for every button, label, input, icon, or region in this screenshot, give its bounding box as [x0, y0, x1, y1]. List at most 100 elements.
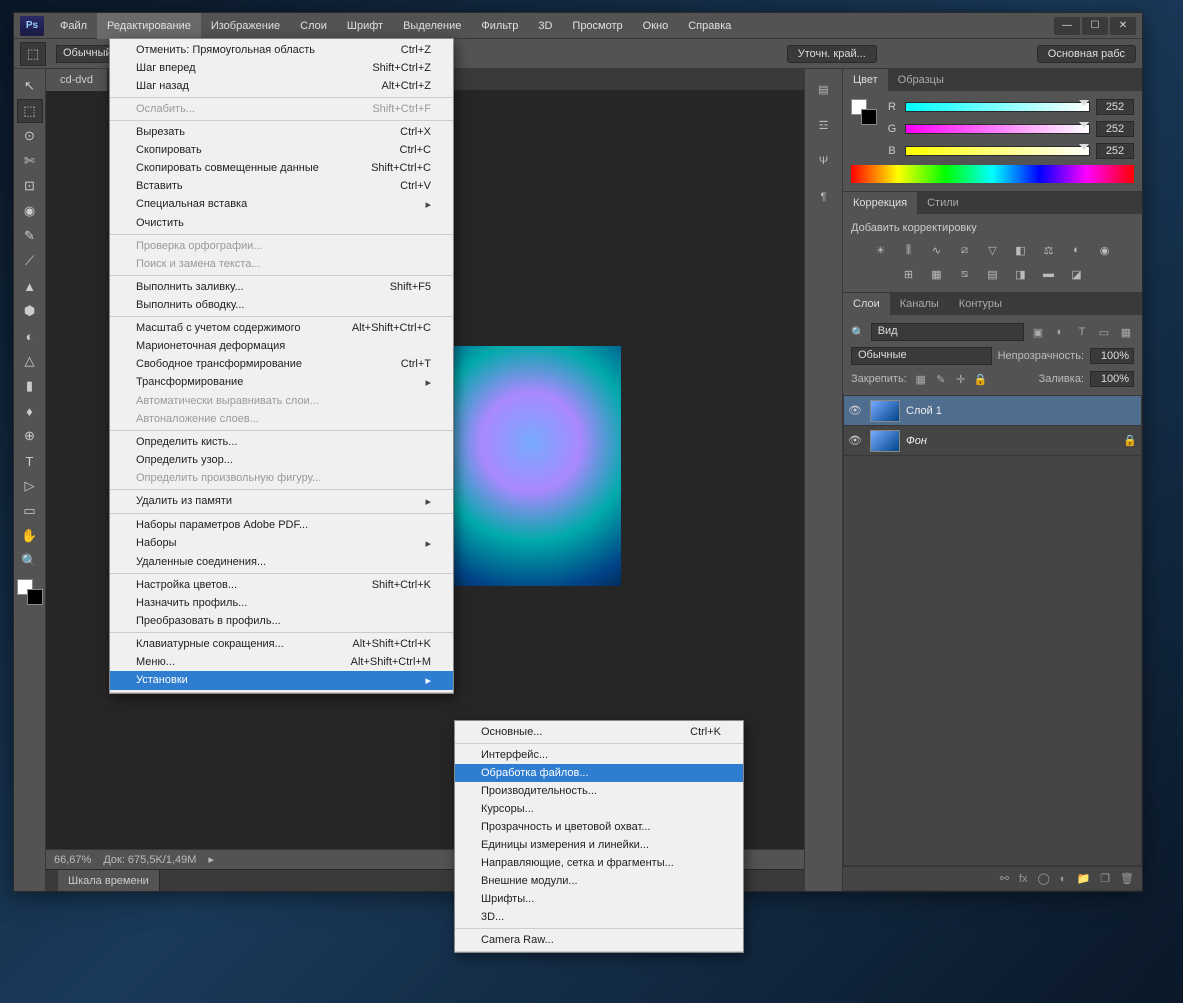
- menu-item[interactable]: Специальная вставка ▸: [110, 195, 453, 214]
- menu-item[interactable]: Интерфейс...: [455, 746, 743, 764]
- menu-фильтр[interactable]: Фильтр: [471, 13, 528, 39]
- menu-файл[interactable]: Файл: [50, 13, 97, 39]
- menu-item[interactable]: Выполнить заливку...Shift+F5: [110, 278, 453, 296]
- hue-icon[interactable]: ◧: [1012, 242, 1030, 258]
- group-icon[interactable]: 📁: [1076, 872, 1090, 885]
- search-icon[interactable]: 🔍: [851, 326, 865, 339]
- mixer-icon[interactable]: ⊞: [900, 266, 918, 282]
- tool-15[interactable]: T: [17, 449, 43, 473]
- new-fill-icon[interactable]: ◐: [1060, 873, 1067, 885]
- filter-shape-icon[interactable]: ▭: [1096, 325, 1112, 339]
- menu-item[interactable]: Марионеточная деформация: [110, 337, 453, 355]
- fill-input[interactable]: 100%: [1090, 371, 1134, 387]
- menu-item[interactable]: 3D...: [455, 908, 743, 926]
- tool-1[interactable]: ⬚: [17, 99, 43, 123]
- menu-item[interactable]: Внешние модули...: [455, 872, 743, 890]
- menu-3d[interactable]: 3D: [528, 13, 562, 39]
- menu-item[interactable]: Меню...Alt+Shift+Ctrl+M: [110, 653, 453, 671]
- menu-item[interactable]: Выполнить обводку...: [110, 296, 453, 314]
- gradient-map-icon[interactable]: ▬: [1040, 266, 1058, 282]
- tool-5[interactable]: ◉: [17, 199, 43, 223]
- menu-item[interactable]: Настройка цветов...Shift+Ctrl+K: [110, 576, 453, 594]
- menu-item[interactable]: Прозрачность и цветовой охват...: [455, 818, 743, 836]
- bg-color[interactable]: [27, 589, 43, 605]
- exposure-icon[interactable]: ⧄: [956, 242, 974, 258]
- channel-G-slider[interactable]: [905, 124, 1090, 134]
- threshold-icon[interactable]: ◨: [1012, 266, 1030, 282]
- tool-7[interactable]: ⟋: [17, 249, 43, 273]
- paragraph-icon[interactable]: ¶: [812, 187, 836, 207]
- tab-styles[interactable]: Стили: [917, 192, 969, 214]
- menu-справка[interactable]: Справка: [678, 13, 741, 39]
- tab-adjustments[interactable]: Коррекция: [843, 192, 917, 214]
- menu-item[interactable]: Клавиатурные сокращения...Alt+Shift+Ctrl…: [110, 635, 453, 653]
- tool-2[interactable]: ⊙: [17, 124, 43, 148]
- tab-swatches[interactable]: Образцы: [888, 69, 954, 91]
- channel-G-value[interactable]: 252: [1096, 121, 1134, 137]
- tool-19[interactable]: 🔍: [17, 549, 43, 573]
- link-layers-icon[interactable]: ⚯: [1000, 872, 1009, 885]
- tool-11[interactable]: △: [17, 349, 43, 373]
- menu-редактирование[interactable]: Редактирование: [97, 13, 201, 39]
- menu-item[interactable]: Очистить: [110, 214, 453, 232]
- menu-item[interactable]: Удалить из памяти ▸: [110, 492, 453, 511]
- tool-14[interactable]: ⊕: [17, 424, 43, 448]
- channel-B-value[interactable]: 252: [1096, 143, 1134, 159]
- menu-item[interactable]: Свободное трансформированиеCtrl+T: [110, 355, 453, 373]
- zoom-level[interactable]: 66,67%: [54, 854, 91, 866]
- tool-9[interactable]: ⬢: [17, 299, 43, 323]
- color-swatches[interactable]: [17, 579, 43, 605]
- menu-item[interactable]: Масштаб с учетом содержимогоAlt+Shift+Ct…: [110, 319, 453, 337]
- menu-item[interactable]: Наборы параметров Adobe PDF...: [110, 516, 453, 534]
- levels-icon[interactable]: ⫼: [900, 242, 918, 258]
- maximize-button[interactable]: ☐: [1082, 17, 1108, 35]
- channel-R-value[interactable]: 252: [1096, 99, 1134, 115]
- menu-item[interactable]: Установки ▸: [110, 671, 453, 690]
- menu-item[interactable]: Шаг впередShift+Ctrl+Z: [110, 59, 453, 77]
- history-icon[interactable]: ▤: [812, 79, 836, 99]
- tab-channels[interactable]: Каналы: [890, 293, 949, 315]
- tool-12[interactable]: ▮: [17, 374, 43, 398]
- menu-item[interactable]: Производительность...: [455, 782, 743, 800]
- layer-name[interactable]: Слой 1: [906, 405, 1137, 417]
- tool-17[interactable]: ▭: [17, 499, 43, 523]
- selective-icon[interactable]: ◪: [1068, 266, 1086, 282]
- tool-3[interactable]: ✄: [17, 149, 43, 173]
- properties-icon[interactable]: ☲: [812, 115, 836, 135]
- menu-выделение[interactable]: Выделение: [393, 13, 471, 39]
- menu-item[interactable]: Курсоры...: [455, 800, 743, 818]
- filter-image-icon[interactable]: ▣: [1030, 325, 1046, 339]
- tab-paths[interactable]: Контуры: [949, 293, 1012, 315]
- menu-item[interactable]: Шаг назадAlt+Ctrl+Z: [110, 77, 453, 95]
- tab-color[interactable]: Цвет: [843, 69, 888, 91]
- menu-item[interactable]: Трансформирование ▸: [110, 373, 453, 392]
- menu-просмотр[interactable]: Просмотр: [562, 13, 632, 39]
- mask-icon[interactable]: ◯: [1037, 872, 1049, 885]
- timeline-tab[interactable]: Шкала времени: [58, 870, 160, 892]
- menu-изображение[interactable]: Изображение: [201, 13, 290, 39]
- opacity-input[interactable]: 100%: [1090, 348, 1134, 364]
- menu-item[interactable]: Наборы ▸: [110, 534, 453, 553]
- layer-row[interactable]: 👁 Фон 🔒: [844, 426, 1141, 456]
- menu-item[interactable]: Определить узор...: [110, 451, 453, 469]
- posterize-icon[interactable]: ▤: [984, 266, 1002, 282]
- tool-10[interactable]: ◐: [17, 324, 43, 348]
- lock-position-icon[interactable]: ✛: [953, 372, 969, 386]
- layer-thumbnail[interactable]: [870, 430, 900, 452]
- lock-image-icon[interactable]: ✎: [933, 372, 949, 386]
- character-icon[interactable]: Ψ: [812, 151, 836, 171]
- photo-filter-icon[interactable]: ◉: [1096, 242, 1114, 258]
- channel-B-slider[interactable]: [905, 146, 1090, 156]
- menu-item[interactable]: Преобразовать в профиль...: [110, 612, 453, 630]
- menu-item[interactable]: Скопировать совмещенные данныеShift+Ctrl…: [110, 159, 453, 177]
- layer-name[interactable]: Фон: [906, 435, 1117, 447]
- menu-item[interactable]: Основные...Ctrl+K: [455, 723, 743, 741]
- color-spectrum[interactable]: [851, 165, 1134, 183]
- menu-слои[interactable]: Слои: [290, 13, 337, 39]
- vibrance-icon[interactable]: ▽: [984, 242, 1002, 258]
- layer-row[interactable]: 👁 Слой 1: [844, 396, 1141, 426]
- menu-item[interactable]: Назначить профиль...: [110, 594, 453, 612]
- trash-icon[interactable]: 🗑: [1120, 872, 1134, 885]
- tool-4[interactable]: ⊡: [17, 174, 43, 198]
- tab-layers[interactable]: Слои: [843, 293, 890, 315]
